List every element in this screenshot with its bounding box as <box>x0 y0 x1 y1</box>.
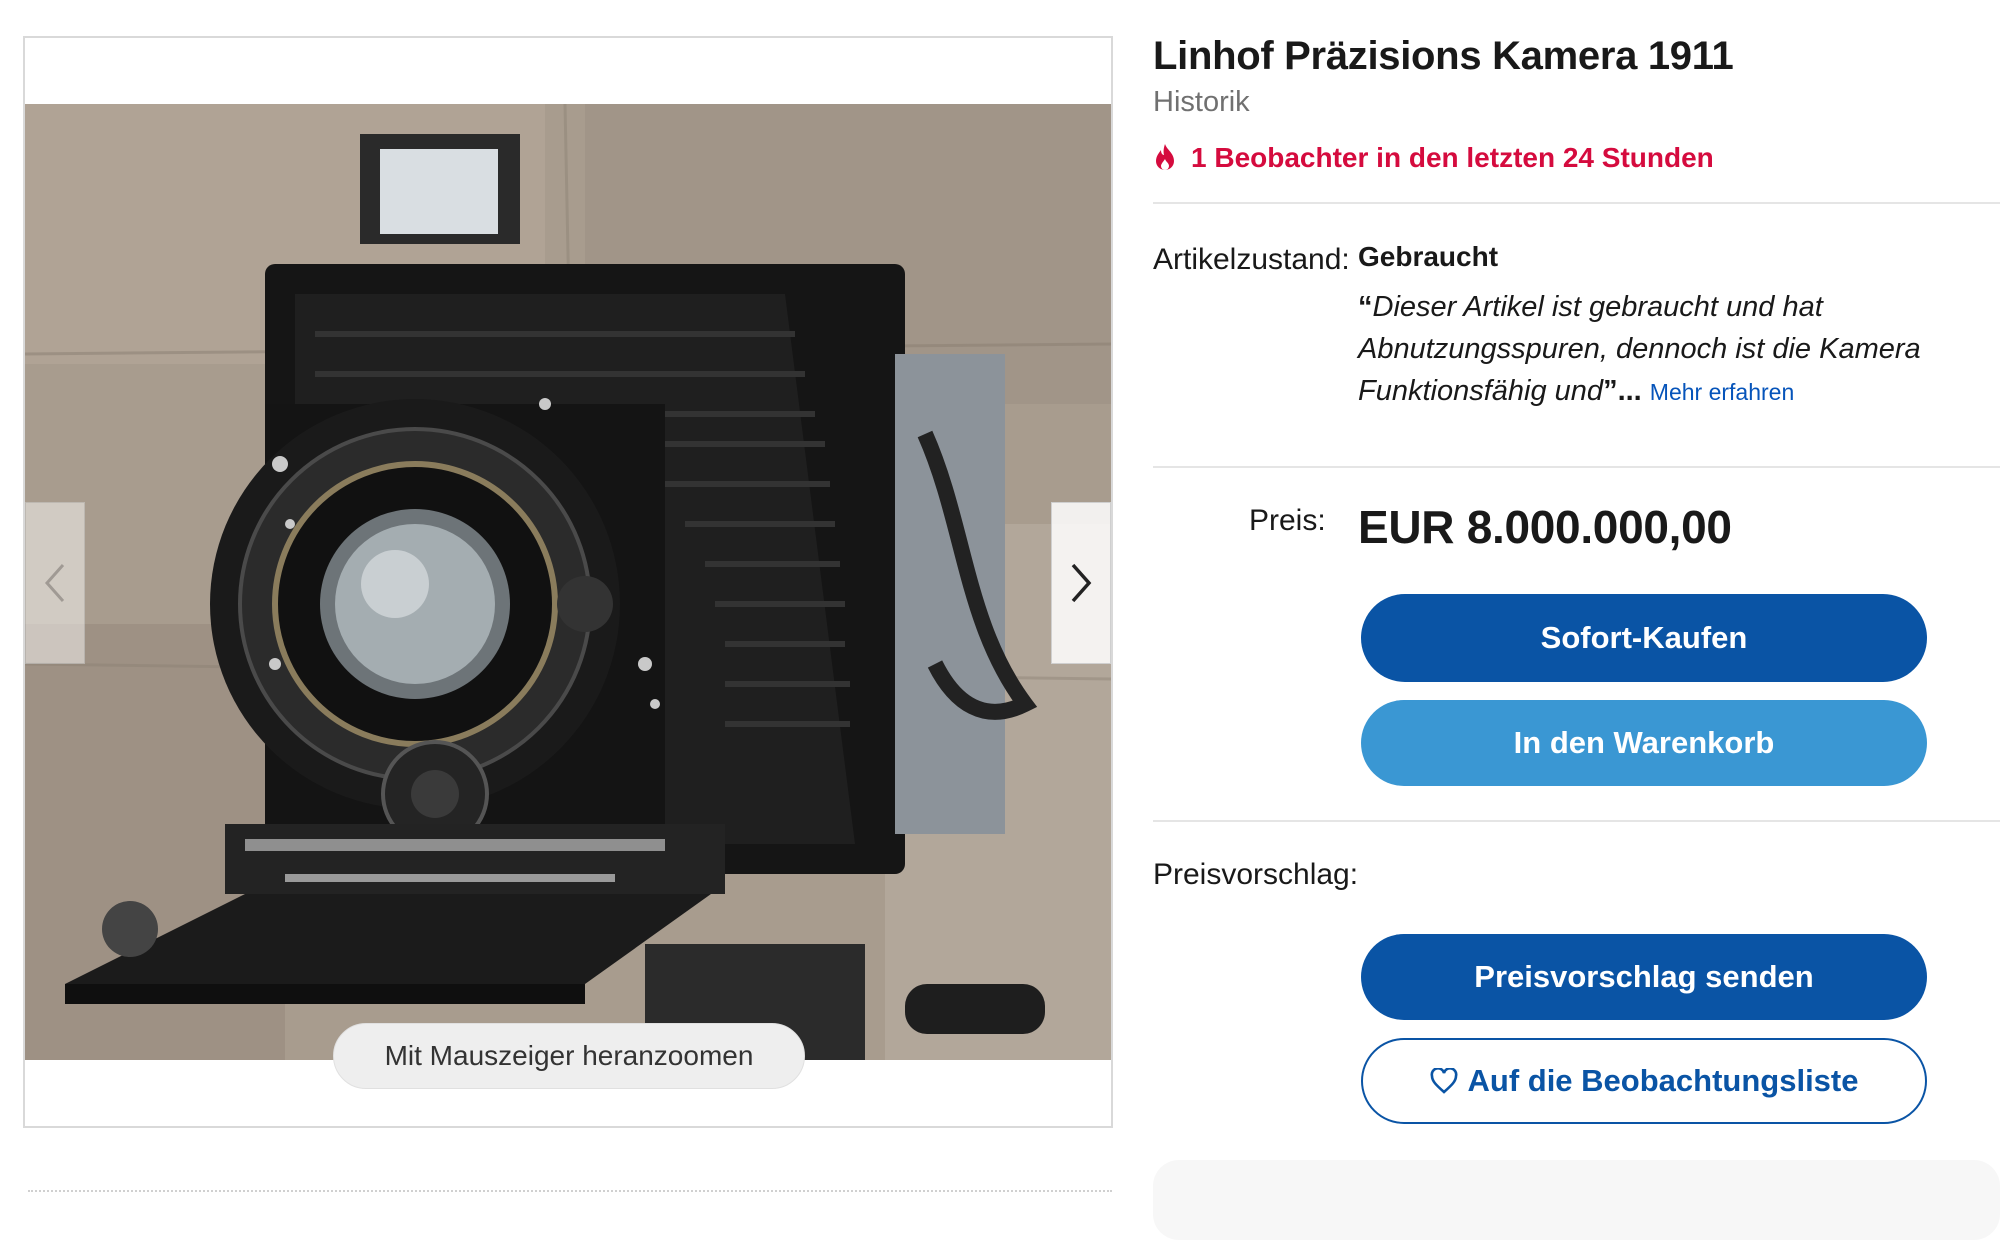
divider <box>1153 820 2000 822</box>
divider <box>1153 202 2000 204</box>
more-info-link[interactable]: Mehr erfahren <box>1650 379 1794 405</box>
watchlist-label: Auf die Beobachtungsliste <box>1467 1063 1859 1098</box>
quote-open: “ <box>1358 291 1373 323</box>
condition-label: Artikelzustand: <box>1153 243 1350 276</box>
send-offer-button[interactable]: Preisvorschlag senden <box>1361 934 1927 1020</box>
buy-now-button[interactable]: Sofort-Kaufen <box>1361 594 1927 682</box>
add-to-cart-button[interactable]: In den Warenkorb <box>1361 700 1927 786</box>
item-subtitle: Historik <box>1153 86 1250 118</box>
chevron-left-icon <box>44 564 65 602</box>
next-image-button[interactable] <box>1051 502 1111 664</box>
heart-outline-icon <box>1430 1068 1457 1094</box>
chevron-right-icon <box>1071 563 1092 603</box>
divider <box>1153 466 2000 468</box>
info-card <box>1153 1160 2000 1240</box>
item-details: Linhof Präzisions Kamera 1911 Historik 1… <box>1153 0 2000 1240</box>
offer-label: Preisvorschlag: <box>1153 858 1359 891</box>
quote-close: ” <box>1603 375 1618 407</box>
watchers-notice: 1 Beobachter in den letzten 24 Stunden <box>1153 142 1714 174</box>
camera-photo-illustration <box>25 104 1111 1060</box>
divider <box>28 1190 1112 1192</box>
price-value: EUR 8.000.000,00 <box>1358 501 1732 553</box>
previous-image-button[interactable] <box>25 502 85 664</box>
condition-description: “Dieser Artikel ist gebraucht und hat Ab… <box>1358 286 1978 413</box>
add-to-watchlist-button[interactable]: Auf die Beobachtungsliste <box>1361 1038 1927 1124</box>
product-photo[interactable] <box>25 104 1111 1060</box>
condition-value: Gebraucht <box>1358 241 1499 272</box>
flame-icon <box>1156 144 1174 170</box>
item-title: Linhof Präzisions Kamera 1911 <box>1153 34 1734 78</box>
ellipsis: ... <box>1617 375 1642 407</box>
price-label: Preis: <box>1249 504 1326 537</box>
zoom-hint: Mit Mauszeiger heranzoomen <box>333 1023 805 1089</box>
watchers-text: 1 Beobachter in den letzten 24 Stunden <box>1191 142 1714 173</box>
image-gallery: Mit Mauszeiger heranzoomen <box>23 36 1113 1128</box>
